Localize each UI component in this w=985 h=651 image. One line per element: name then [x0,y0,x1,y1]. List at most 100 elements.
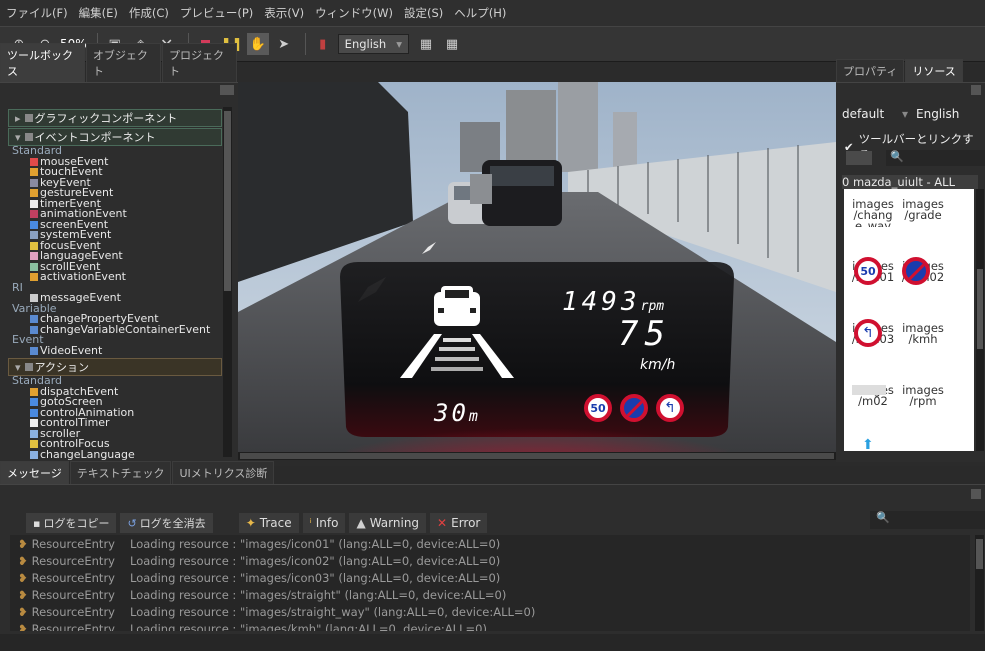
action-icon [30,387,38,396]
pointer-tool-icon[interactable]: ➤ [273,33,295,55]
tab-ui-metrics[interactable]: UIメトリクス診断 [172,461,275,484]
resource-search-input[interactable]: 🔍 [886,150,985,166]
tab-object[interactable]: オブジェクト [85,43,161,82]
project-header[interactable]: 0 mazda_uiult - ALL [842,175,978,189]
toolbox-scrollbar[interactable] [223,107,232,457]
screenshot-icon[interactable]: ▦ [415,33,437,55]
log-row[interactable]: ❥ ResourceEntry Loading resource : "images… [10,535,970,552]
hand-tool-icon[interactable]: ✋ [246,33,269,55]
log-source: ❥ ResourceEntry [10,622,130,632]
log-row[interactable]: ❥ ResourceEntry Loading resource : "images… [10,569,970,586]
language-select-value: English [344,37,387,51]
panel-menu-icon[interactable] [971,85,981,95]
menu-file[interactable]: ファイル(F) [6,5,68,21]
preview-screen[interactable]: 1493rpm 75 km/h 30m 50 ↰ [238,82,836,452]
tree-item-label: VideoEvent [40,343,103,357]
menu-help[interactable]: ヘルプ(H) [454,5,506,21]
canvas-area: 1493rpm 75 km/h 30m 50 ↰ [238,64,836,462]
tab-project[interactable]: プロジェクト [161,43,237,82]
copy-icon: ▪ [33,516,41,530]
chevron-down-icon: ▾ [396,37,402,51]
log-source-label: ResourceEntry [31,604,115,619]
tree-group: RI messageEvent [12,282,222,304]
event-icon [30,252,38,260]
menu-bar: ファイル(F) 編集(E) 作成(C) プレビュー(P) 表示(V) ウィンドウ… [0,0,985,26]
trace-icon: ❥ [18,553,28,568]
resource-filters: default ▾ English [842,107,959,121]
filter-warning-label: Warning [369,516,420,530]
copy-log-label: ログをコピー [43,517,110,530]
tab-text-check[interactable]: テキストチェック [69,461,172,484]
language-select[interactable]: English ▾ [337,34,409,54]
device-select[interactable]: default ▾ [842,107,908,121]
log-message: Loading resource : "images/straight_way"… [130,604,536,619]
log-row[interactable]: ❥ ResourceEntry Loading resource : "images… [10,603,970,620]
event-icon [30,168,38,176]
copy-log-button[interactable]: ▪ ログをコピー [26,513,117,533]
log-source: ❥ ResourceEntry [10,588,130,602]
event-icon [30,294,38,302]
resource-language-select[interactable]: English [916,107,959,121]
resource-item[interactable]: images /rpm [898,385,948,413]
section-label: イベントコンポーネント [34,131,156,144]
scrollbar-thumb[interactable] [976,539,983,569]
message-search-input[interactable]: 🔍 [870,511,985,529]
trace-icon: ❥ [18,570,28,585]
tree-item[interactable]: activationEvent [12,271,222,283]
clear-log-label: ログを全消去 [139,517,206,530]
event-icon [30,210,38,218]
action-section[interactable]: ▾ アクション [8,358,222,376]
filter-info[interactable]: ⁱ Info [302,513,346,533]
status-bar [0,634,985,651]
resource-item-label: images /chang e_way [852,199,894,227]
action-icon [30,398,38,406]
canvas-hscrollbar[interactable] [238,452,836,460]
panel-menu-icon[interactable] [971,489,981,499]
distance-readout: 30m [434,399,481,427]
tree-item[interactable]: changeLanguage [12,449,222,461]
resource-item[interactable]: images /chang e_way [848,199,898,227]
log-row[interactable]: ❥ ResourceEntry Loading resource : "images… [10,586,970,603]
scrollbar-thumb[interactable] [224,111,231,291]
clear-icon: ↺ [127,516,137,530]
filter-warning[interactable]: ▲ Warning [349,513,427,533]
chevron-down-icon: ▾ [15,360,21,374]
scrollbar-thumb[interactable] [977,269,983,349]
trace-icon: ❥ [18,621,28,632]
menu-preview[interactable]: プレビュー(P) [180,5,253,21]
menu-window[interactable]: ウィンドウ(W) [315,5,393,21]
menu-edit[interactable]: 編集(E) [79,5,118,21]
tab-property[interactable]: プロパティ [836,59,905,82]
log-scrollbar[interactable] [975,535,984,631]
tree-item[interactable]: VideoEvent [12,343,222,357]
tab-resource[interactable]: リソース [905,59,963,82]
event-tree: Standard mouseEvent touchEvent keyEvent gest… [8,145,222,357]
log-source-label: ResourceEntry [31,570,115,585]
resource-scrollbar[interactable] [976,189,984,451]
menu-create[interactable]: 作成(C) [129,5,169,21]
image-thumbnail [852,385,886,395]
tree-group: Variable changePropertyEvent changeVariabl… [12,303,222,336]
tab-toolbox[interactable]: ツールボックス [0,43,85,82]
log-row[interactable]: ❥ ResourceEntry Loading resource : "images… [10,620,970,632]
filter-trace[interactable]: ✦ Trace [238,513,299,533]
filter-error[interactable]: ✕ Error [430,513,488,533]
clear-log-button[interactable]: ↺ ログを全消去 [120,513,213,533]
graphic-component-section[interactable]: ▸ グラフィックコンポーネント [8,109,222,127]
view-mode-icon[interactable] [846,151,872,165]
log-message: Loading resource : "images/kmh" (lang:AL… [130,621,487,632]
scrollbar-thumb[interactable] [240,453,834,459]
log-row[interactable]: ❥ ResourceEntry Loading resource : "images… [10,552,970,569]
filter-error-label: Error [451,516,481,530]
resource-item[interactable]: images /grade [898,199,948,227]
menu-settings[interactable]: 設定(S) [404,5,443,21]
resource-item[interactable]: images /kmh [898,323,948,351]
resource-item-label: images /rpm [902,385,944,408]
export-image-icon[interactable]: ▦ [441,33,463,55]
tab-messages[interactable]: メッセージ [0,461,69,484]
tree-item-label: changeVariableContainerEvent [40,322,211,336]
panel-menu-icon[interactable] [220,85,234,95]
road-background [238,82,836,452]
menu-view[interactable]: 表示(V) [264,5,304,21]
device-value: default [842,107,885,121]
